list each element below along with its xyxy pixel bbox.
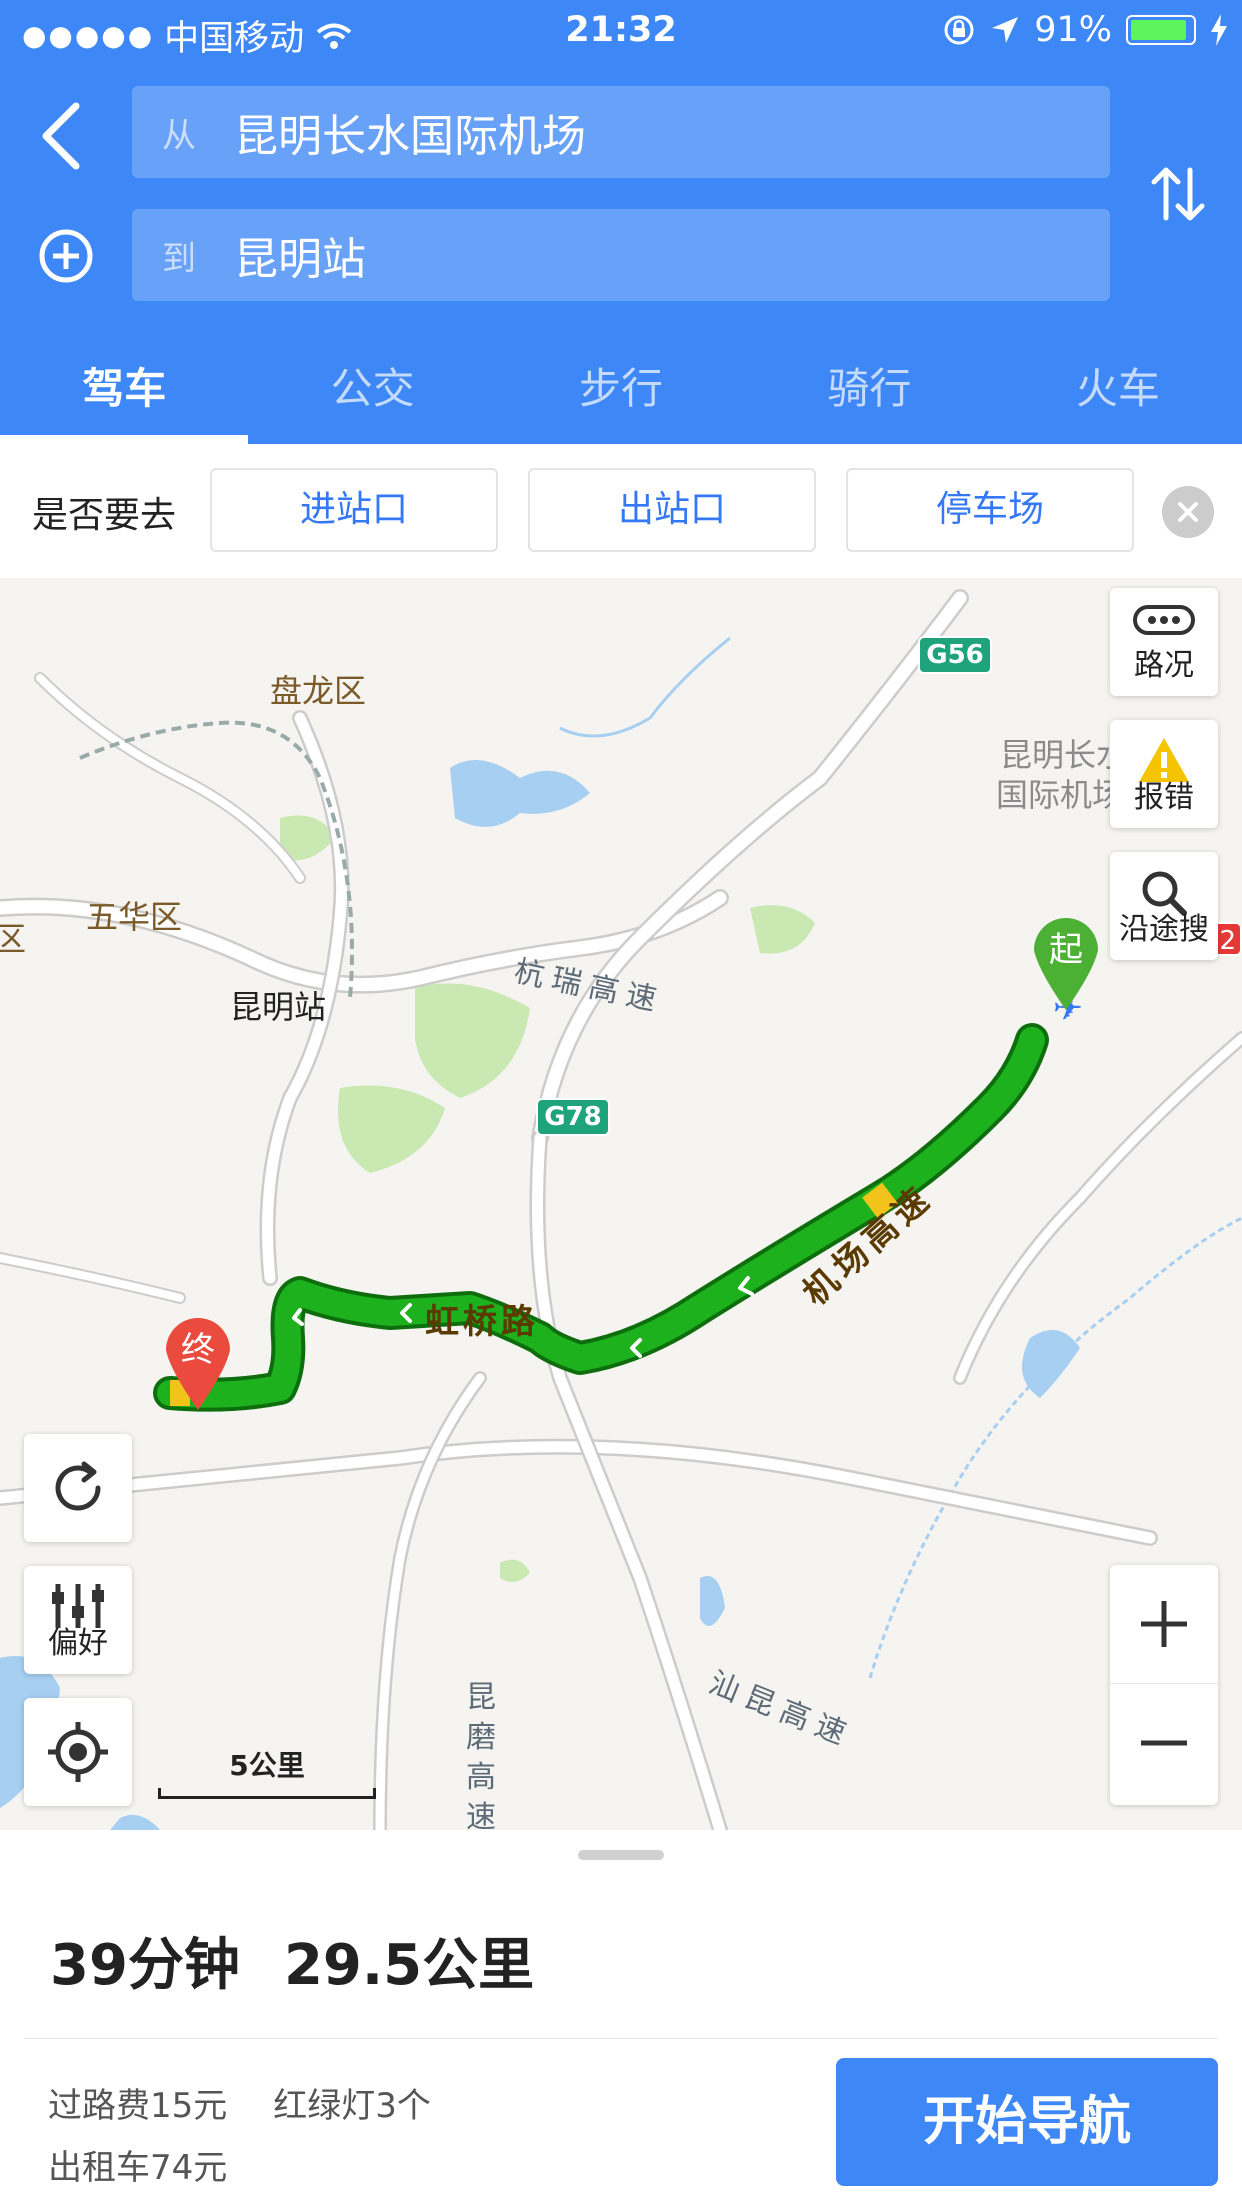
- search-along-label: 沿途搜: [1119, 912, 1209, 947]
- locate-icon: [48, 1722, 108, 1782]
- route-duration: 39分钟: [50, 1933, 240, 1998]
- sheet-handle[interactable]: [578, 1850, 664, 1860]
- quick-destination-bar: 是否要去 进站口 出站口 停车场: [0, 444, 1242, 579]
- park-area: [500, 1559, 530, 1582]
- river: [559, 636, 731, 738]
- orientation-lock-icon: [944, 15, 974, 45]
- reservoir: [1022, 1330, 1080, 1398]
- map-view[interactable]: ✈ 盘龙区 五华区 区 昆明长水 国际机场 昆明站 杭瑞高速 汕昆高速 昆磨高速…: [0, 578, 1242, 1830]
- swap-icon[interactable]: [1150, 162, 1206, 226]
- scale-label: 5公里: [229, 1749, 305, 1782]
- divider: [24, 2038, 1218, 2039]
- destination-value: 昆明站: [234, 234, 366, 285]
- minus-icon: [1141, 1740, 1187, 1746]
- traffic-label: 路况: [1134, 648, 1194, 683]
- preference-button[interactable]: 偏好: [24, 1566, 132, 1674]
- park-area: [415, 983, 530, 1098]
- destination-prefix: 到: [162, 238, 196, 279]
- destination-field[interactable]: 到 昆明站: [132, 209, 1110, 301]
- road-label-hongqiao: 虹桥路: [425, 1302, 539, 1342]
- toll-fee: 过路费15元: [48, 2086, 228, 2126]
- route-distance: 29.5公里: [283, 1933, 535, 1998]
- district-label-edge: 区: [0, 920, 27, 958]
- lake: [110, 1814, 160, 1830]
- origin-field[interactable]: 从 昆明长水国际机场: [132, 86, 1110, 178]
- origin-prefix: 从: [162, 115, 196, 156]
- quick-destination-label: 是否要去: [32, 495, 177, 536]
- traffic-button[interactable]: 路况: [1110, 588, 1218, 696]
- road-label-kunmo: 昆磨高速: [466, 1680, 496, 1830]
- district-label-wuhua: 五华区: [86, 898, 183, 936]
- entrance-button[interactable]: 进站口: [210, 468, 498, 552]
- park-area: [338, 1085, 445, 1173]
- preference-label: 偏好: [48, 1626, 108, 1661]
- start-marker: 起: [1030, 912, 1102, 1012]
- reservoir: [450, 760, 590, 827]
- route-costs: 过路费15元 红绿灯3个: [48, 2078, 431, 2127]
- origin-value: 昆明长水国际机场: [234, 111, 586, 162]
- report-button[interactable]: 报错: [1110, 720, 1218, 828]
- start-marker-label: 起: [1049, 930, 1083, 970]
- airport-label-line2: 国际机场: [996, 776, 1125, 814]
- station-label: 昆明站: [230, 988, 327, 1026]
- locate-button[interactable]: [24, 1698, 132, 1806]
- plus-icon: [1141, 1601, 1187, 1647]
- start-navigation-button[interactable]: 开始导航: [836, 2058, 1218, 2186]
- refresh-icon: [55, 1461, 101, 1511]
- battery-percent: 91%: [1034, 10, 1112, 50]
- location-arrow-icon: [992, 17, 1019, 43]
- charging-icon: [1211, 14, 1227, 46]
- taxi-fare: 出租车74元: [48, 2148, 228, 2188]
- exit-button[interactable]: 出站口: [528, 468, 816, 552]
- tab-driving[interactable]: 驾车: [0, 348, 249, 444]
- report-label: 报错: [1134, 780, 1194, 815]
- scale-bar: 5公里: [158, 1744, 376, 1799]
- close-icon[interactable]: [1162, 486, 1214, 538]
- traffic-icon: [1133, 605, 1195, 635]
- traffic-light-count: 红绿灯3个: [273, 2086, 431, 2126]
- end-marker-label: 终: [181, 1330, 215, 1370]
- tab-transit[interactable]: 公交: [248, 348, 496, 444]
- highway-shield-g56: G56: [918, 636, 992, 674]
- route-summary: 39分钟 29.5公里: [50, 1920, 534, 2001]
- district-label-panlong: 盘龙区: [270, 672, 367, 710]
- zoom-control: [1110, 1565, 1218, 1805]
- add-waypoint-icon[interactable]: [38, 228, 94, 284]
- route-summary-sheet: 39分钟 29.5公里 过路费15元 红绿灯3个 出租车74元 开始导航: [0, 1830, 1242, 2208]
- zoom-in-button[interactable]: [1110, 1565, 1218, 1684]
- search-along-button[interactable]: 沿途搜: [1110, 852, 1218, 960]
- tab-train[interactable]: 火车: [994, 348, 1242, 444]
- park-area: [750, 905, 815, 954]
- end-marker: 终: [162, 1312, 234, 1412]
- tab-cycling[interactable]: 骑行: [745, 348, 993, 444]
- route-header: ●●●●● 中国移动 21:32 91% 从 昆明长水国际机场 到 昆明站 驾车…: [0, 0, 1242, 444]
- transport-tabs: 驾车 公交 步行 骑行 火车: [0, 348, 1242, 444]
- reservoir: [700, 1576, 725, 1626]
- back-icon[interactable]: [36, 100, 88, 172]
- zoom-out-button[interactable]: [1110, 1685, 1218, 1803]
- battery-icon: [1126, 15, 1196, 45]
- highway-shield-g78: G78: [536, 1098, 610, 1136]
- tab-walking[interactable]: 步行: [497, 348, 745, 444]
- scale-ruler: [158, 1788, 376, 1799]
- status-bar: ●●●●● 中国移动 21:32 91%: [0, 0, 1242, 62]
- parking-button[interactable]: 停车场: [846, 468, 1134, 552]
- refresh-button[interactable]: [24, 1434, 132, 1542]
